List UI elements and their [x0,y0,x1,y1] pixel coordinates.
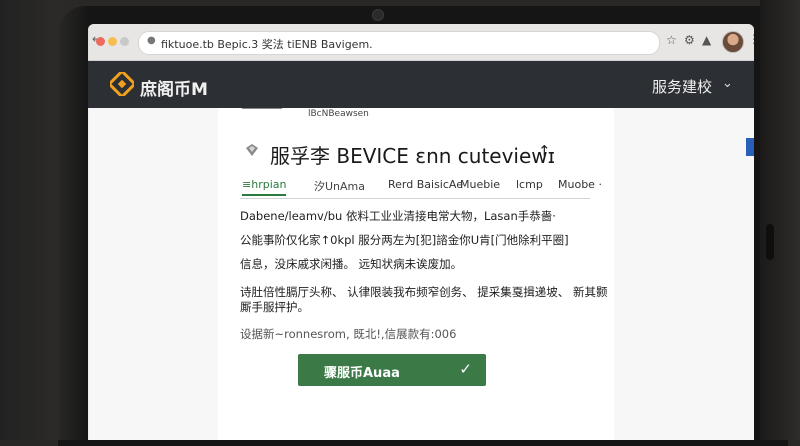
tablet-screen: ← ● fiktuoe.tb Bepic.3 奖法 tiENB Bavigem.… [88,24,754,440]
photo-shadow [0,0,90,440]
content-card: lBcNBeawsen 服孚李 BEVICE ɛnn cuteviewɪ ↑ ≡… [218,108,614,440]
primary-action-button[interactable]: 骤服币Auaa ✓ [298,354,486,386]
tablet-side-button [766,224,774,260]
page-title: 服孚李 BEVICE ɛnn cuteviewɪ [270,144,556,168]
puzzle-icon[interactable]: ▲ [702,33,711,47]
avatar[interactable] [722,31,744,53]
primary-action-label: 骤服币Auaa [324,366,400,381]
paragraph-2: 公能事阶仅化家↑0kpl 服分两左为[犯]諮金你U肯[门他除利平圈] [240,233,569,247]
background-shadow [760,0,800,440]
cursor-icon: ↑ [538,142,551,160]
paragraph-4-line-1: 诗肚倍性膈厅头称、 认律限装我布频窄创务、 提采集戛揖递坡、 新其颢 [240,285,608,299]
tab-mobile[interactable]: Muebie [460,178,500,191]
minimize-window-button[interactable] [108,37,117,46]
extensions-icon[interactable]: ⚙ [684,33,695,47]
site-header: 庶阁币M 服务建校 ⌄ [88,61,754,109]
logo-icon[interactable] [110,72,134,96]
tab-bar: ≡hrpian 汐UnAma Rerd BaisicAe Muebie lcmp… [240,174,602,199]
device-icon [246,144,258,156]
star-icon[interactable]: ☆ [666,33,677,47]
close-window-button[interactable] [96,37,105,46]
paragraph-3: 信息，没床戚求闲播。 远知状病未诶废加。 [240,257,463,271]
paragraph-4-line-2: 厮手服抨护。 [240,300,309,314]
side-scroll-tab[interactable] [746,138,754,156]
chevron-down-icon[interactable]: ⌄ [722,76,733,91]
url-text: fiktuoe.tb Bepic.3 奖法 tiENB Bavigem. [161,38,373,51]
tab-more[interactable]: Muobe · [558,178,602,191]
breadcrumb: lBcNBeawsen [308,109,369,119]
paragraph-5: 设据新~ronnesrom, 既北!,信展款有:006 [240,327,457,341]
menu-dots-icon[interactable]: ⋮ [748,32,754,46]
brand-name[interactable]: 庶阁币M [140,75,208,100]
tab-read-basic[interactable]: Rerd BaisicAe [388,178,463,191]
camera-icon [372,9,384,21]
services-menu[interactable]: 服务建校 [652,76,712,97]
tab-unama[interactable]: 汐UnAma [314,178,365,194]
maximize-window-button[interactable] [120,37,129,46]
divider [242,108,282,109]
address-bar[interactable]: ● fiktuoe.tb Bepic.3 奖法 tiENB Bavigem. [138,31,660,55]
tab-lcmp[interactable]: lcmp [516,178,543,191]
page-body: lBcNBeawsen 服孚李 BEVICE ɛnn cuteviewɪ ↑ ≡… [88,108,754,440]
checkmark-icon: ✓ [459,360,472,378]
paragraph-1: Dabene/leamv/bu 依料工业业清接电常大物，Lasan手恭嗇· [240,209,556,223]
tab-overview[interactable]: ≡hrpian [242,178,287,196]
lock-icon: ● [147,35,156,46]
browser-toolbar: ← ● fiktuoe.tb Bepic.3 奖法 tiENB Bavigem.… [88,24,754,61]
